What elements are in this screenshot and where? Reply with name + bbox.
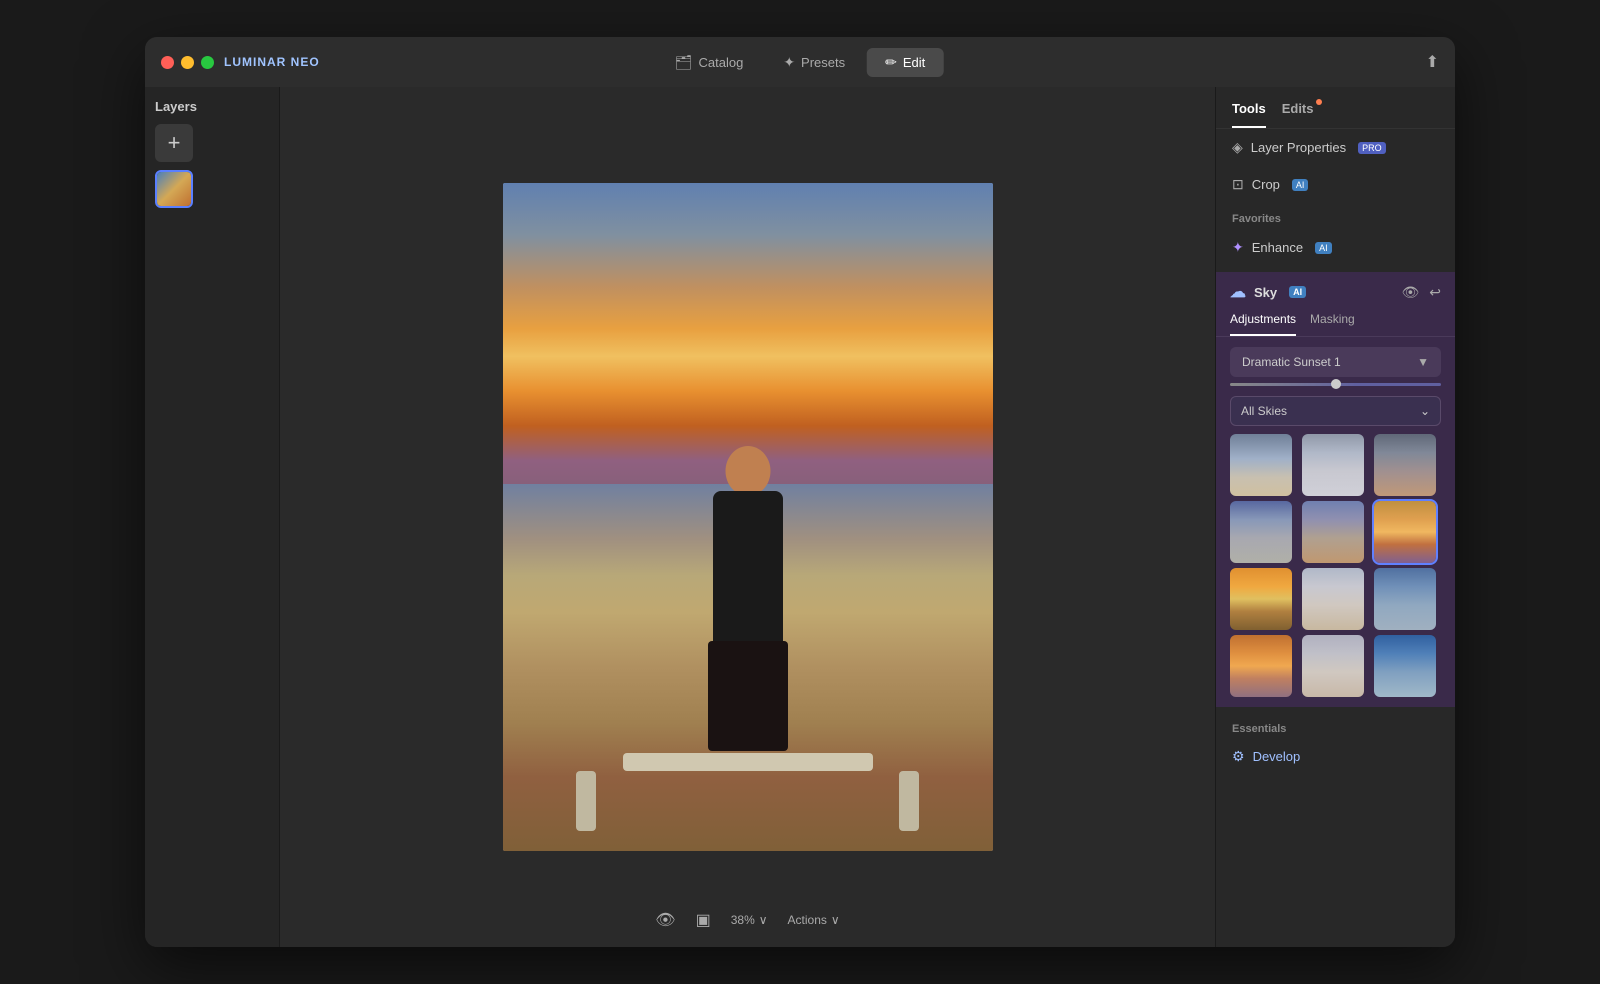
sky-panel-controls: 👁 ↩ — [1401, 284, 1441, 301]
canvas-area: 👁 ▣ 38% ∨ Actions ∨ — [280, 87, 1215, 947]
person-legs — [708, 641, 788, 751]
main-content: Layers + — [145, 87, 1455, 947]
layers-panel: Layers + — [145, 87, 280, 947]
zoom-value: 38% — [731, 913, 755, 927]
crop-item[interactable]: ⊡ Crop AI — [1216, 166, 1455, 203]
presets-tab[interactable]: ✦ Presets — [765, 48, 863, 77]
sky-visibility-icon[interactable]: 👁 — [1401, 284, 1419, 301]
tools-tab[interactable]: Tools — [1232, 101, 1266, 128]
masking-tab[interactable]: Masking — [1310, 312, 1355, 336]
export-button[interactable]: ⬆ — [1426, 52, 1439, 72]
bench — [623, 753, 873, 771]
all-skies-chevron-icon: ⌄ — [1420, 404, 1430, 418]
sky-thumb-9[interactable] — [1374, 568, 1436, 630]
sky-thumb-12[interactable] — [1374, 635, 1436, 697]
sky-thumb-2[interactable] — [1302, 434, 1364, 496]
layer-thumbnail[interactable] — [155, 170, 193, 208]
all-skies-dropdown[interactable]: All Skies ⌄ — [1230, 396, 1441, 426]
sky-preset-arrow-icon: ▼ — [1417, 355, 1429, 369]
edits-tab[interactable]: Edits — [1282, 101, 1314, 128]
presets-icon: ✦ — [783, 54, 795, 71]
actions-chevron-icon: ∨ — [831, 913, 840, 927]
enhance-badge: AI — [1315, 242, 1332, 254]
edits-dot — [1316, 99, 1322, 105]
catalog-tab[interactable]: 🗂 Catalog — [657, 48, 762, 77]
bench-leg-left — [576, 771, 596, 831]
sky-thumb-8[interactable] — [1302, 568, 1364, 630]
right-panel: Tools Edits ◈ Layer Properties PRO ⊡ Cro… — [1215, 87, 1455, 947]
enhance-icon: ✦ — [1232, 239, 1244, 256]
essentials-label: Essentials — [1216, 713, 1455, 739]
sky-reset-icon[interactable]: ↩ — [1429, 284, 1441, 301]
app-window: LUMINAR NEO 🗂 Catalog ✦ Presets ✏ Edit ⬆… — [145, 37, 1455, 947]
develop-item[interactable]: ⚙ Develop — [1216, 739, 1455, 774]
layers-title: Layers — [155, 99, 269, 114]
layer-properties-item[interactable]: ◈ Layer Properties PRO — [1216, 129, 1455, 166]
sky-thumbnails-grid — [1216, 434, 1455, 707]
sky-thumb-11[interactable] — [1302, 635, 1364, 697]
sky-panel: ☁ Sky AI 👁 ↩ Adjustments Masking — [1216, 272, 1455, 707]
enhance-item[interactable]: ✦ Enhance AI — [1216, 229, 1455, 266]
photo-canvas — [503, 183, 993, 851]
edit-tab[interactable]: ✏ Edit — [867, 48, 943, 77]
actions-label: Actions — [788, 913, 827, 927]
develop-icon: ⚙ — [1232, 748, 1245, 765]
actions-button[interactable]: Actions ∨ — [788, 913, 840, 927]
sky-preset-name: Dramatic Sunset 1 — [1242, 355, 1341, 369]
crop-icon: ⊡ — [1232, 176, 1244, 193]
edit-icon: ✏ — [885, 54, 897, 71]
sky-panel-title: ☁ Sky AI — [1230, 282, 1306, 302]
canvas-bottom-bar: 👁 ▣ 38% ∨ Actions ∨ — [280, 893, 1215, 947]
export-icon: ⬆ — [1426, 54, 1439, 71]
title-bar-tabs: 🗂 Catalog ✦ Presets ✏ Edit — [657, 48, 944, 77]
adjustments-tab[interactable]: Adjustments — [1230, 312, 1296, 336]
layer-thumbnail-image — [157, 172, 191, 206]
add-layer-button[interactable]: + — [155, 124, 193, 162]
sky-icon: ☁ — [1230, 282, 1246, 302]
person-silhouette — [668, 421, 828, 751]
app-logo: LUMINAR NEO — [224, 55, 320, 69]
right-panel-tabs: Tools Edits — [1216, 87, 1455, 129]
sky-thumb-3[interactable] — [1374, 434, 1436, 496]
zoom-control[interactable]: 38% ∨ — [731, 913, 768, 927]
minimize-button[interactable] — [181, 56, 194, 69]
sky-thumb-1[interactable] — [1230, 434, 1292, 496]
catalog-icon: 🗂 — [675, 54, 693, 71]
sky-thumb-4[interactable] — [1230, 501, 1292, 563]
title-bar: LUMINAR NEO 🗂 Catalog ✦ Presets ✏ Edit ⬆ — [145, 37, 1455, 87]
bench-leg-right — [899, 771, 919, 831]
visibility-icon[interactable]: 👁 — [655, 910, 675, 930]
sky-preset-slider[interactable] — [1230, 383, 1441, 386]
close-button[interactable] — [161, 56, 174, 69]
sky-preset-selector[interactable]: Dramatic Sunset 1 ▼ — [1230, 347, 1441, 377]
compare-icon[interactable]: ▣ — [696, 910, 711, 930]
zoom-chevron-icon: ∨ — [759, 913, 768, 927]
favorites-label: Favorites — [1216, 203, 1455, 229]
sky-thumb-6[interactable] — [1374, 501, 1436, 563]
person-head — [725, 446, 770, 496]
traffic-lights — [161, 56, 214, 69]
sky-thumb-7[interactable] — [1230, 568, 1292, 630]
sky-panel-header: ☁ Sky AI 👁 ↩ — [1216, 272, 1455, 312]
sky-ai-badge: AI — [1289, 286, 1306, 298]
layer-properties-badge: PRO — [1358, 142, 1386, 154]
sky-thumb-10[interactable] — [1230, 635, 1292, 697]
crop-badge: AI — [1292, 179, 1309, 191]
photo-container — [503, 183, 993, 851]
photo-background — [503, 183, 993, 851]
sky-tabs: Adjustments Masking — [1216, 312, 1455, 337]
maximize-button[interactable] — [201, 56, 214, 69]
sky-thumb-5[interactable] — [1302, 501, 1364, 563]
layer-properties-icon: ◈ — [1232, 139, 1243, 156]
